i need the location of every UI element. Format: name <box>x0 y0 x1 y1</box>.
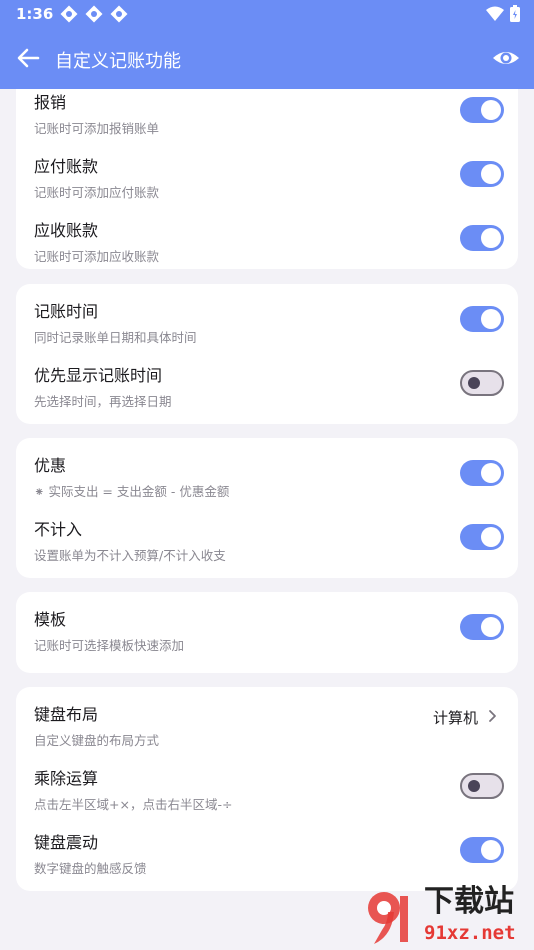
notification-icon <box>85 5 103 23</box>
setting-title: 应付账款 <box>34 157 99 176</box>
setting-title: 记账时间 <box>34 302 99 321</box>
setting-description: 先选择时间，再选择日期 <box>34 394 172 409</box>
wifi-icon <box>486 6 504 21</box>
settings-card-keyboard: 键盘布局 自定义键盘的布局方式 计算机 乘除运算 点击左半区域+×，点击右半区域… <box>16 687 518 891</box>
status-bar: 1:36 <box>0 0 534 28</box>
receivable-toggle[interactable] <box>460 225 504 251</box>
setting-row-discount[interactable]: 优惠 ⁕ 实际支出 = 支出金额 - 优惠金额 <box>16 456 518 520</box>
chevron-right-icon <box>489 710 496 722</box>
setting-description: 记账时可添加报销账单 <box>34 121 160 136</box>
setting-title: 优先显示记账时间 <box>34 366 163 385</box>
setting-description: 自定义键盘的布局方式 <box>34 733 160 748</box>
exclude-toggle[interactable] <box>460 524 504 550</box>
setting-title: 模板 <box>34 610 67 629</box>
settings-card-template: 模板 记账时可选择模板快速添加 <box>16 592 518 673</box>
watermark-logo-icon <box>368 892 408 944</box>
setting-title: 不计入 <box>34 520 83 539</box>
setting-description: 记账时可选择模板快速添加 <box>34 638 185 653</box>
setting-title: 优惠 <box>34 456 67 475</box>
setting-description: 点击左半区域+×，点击右半区域-÷ <box>34 797 233 812</box>
setting-title: 报销 <box>34 93 67 112</box>
watermark-url: 91xz.net <box>424 922 516 944</box>
setting-description: 同时记录账单日期和具体时间 <box>34 330 197 345</box>
watermark: 下载站 91xz.net <box>360 886 530 948</box>
notification-icon <box>60 5 78 23</box>
setting-row-time-first[interactable]: 优先显示记账时间 先选择时间，再选择日期 <box>16 366 518 430</box>
setting-title: 乘除运算 <box>34 769 99 788</box>
battery-icon <box>510 5 520 22</box>
eye-icon[interactable] <box>490 42 522 74</box>
setting-row-record-time[interactable]: 记账时间 同时记录账单日期和具体时间 <box>16 302 518 366</box>
keyboard-vibration-toggle[interactable] <box>460 837 504 863</box>
setting-row-template[interactable]: 模板 记账时可选择模板快速添加 <box>16 610 518 674</box>
app-bar: 自定义记账功能 <box>0 28 534 89</box>
reimbursement-toggle[interactable] <box>460 97 504 123</box>
setting-row-multiply-divide[interactable]: 乘除运算 点击左半区域+×，点击右半区域-÷ <box>16 769 518 833</box>
setting-description: 记账时可添加应收账款 <box>34 249 160 264</box>
time-first-toggle[interactable] <box>460 370 504 396</box>
settings-card-time: 记账时间 同时记录账单日期和具体时间 优先显示记账时间 先选择时间，再选择日期 <box>16 284 518 424</box>
status-time: 1:36 <box>16 5 54 23</box>
settings-card-bills: 报销 记账时可添加报销账单 应付账款 记账时可添加应付账款 应收账款 记账时可添… <box>16 89 518 269</box>
setting-description: 设置账单为不计入预算/不计入收支 <box>34 548 226 563</box>
setting-description: 记账时可添加应付账款 <box>34 185 160 200</box>
setting-row-keyboard-layout[interactable]: 键盘布局 自定义键盘的布局方式 计算机 <box>16 705 518 769</box>
discount-toggle[interactable] <box>460 460 504 486</box>
notification-icons <box>60 5 128 23</box>
notification-icon <box>110 5 128 23</box>
setting-row-payable[interactable]: 应付账款 记账时可添加应付账款 <box>16 157 518 221</box>
payable-toggle[interactable] <box>460 161 504 187</box>
setting-title: 键盘震动 <box>34 833 99 852</box>
settings-list[interactable]: 报销 记账时可添加报销账单 应付账款 记账时可添加应付账款 应收账款 记账时可添… <box>0 89 534 950</box>
watermark-brand: 下载站 <box>424 884 514 919</box>
back-arrow-icon[interactable] <box>12 42 44 74</box>
template-toggle[interactable] <box>460 614 504 640</box>
setting-title: 键盘布局 <box>34 705 99 724</box>
setting-description: 数字键盘的触感反馈 <box>34 861 147 876</box>
keyboard-layout-value: 计算机 <box>432 709 478 727</box>
setting-row-receivable[interactable]: 应收账款 记账时可添加应收账款 <box>16 221 518 285</box>
settings-card-discount: 优惠 ⁕ 实际支出 = 支出金额 - 优惠金额 不计入 设置账单为不计入预算/不… <box>16 438 518 578</box>
page-title: 自定义记账功能 <box>55 51 181 72</box>
multiply-divide-toggle[interactable] <box>460 773 504 799</box>
setting-row-exclude[interactable]: 不计入 设置账单为不计入预算/不计入收支 <box>16 520 518 584</box>
setting-row-reimbursement[interactable]: 报销 记账时可添加报销账单 <box>16 93 518 157</box>
record-time-toggle[interactable] <box>460 306 504 332</box>
setting-title: 应收账款 <box>34 221 99 240</box>
setting-description: ⁕ 实际支出 = 支出金额 - 优惠金额 <box>34 484 230 499</box>
